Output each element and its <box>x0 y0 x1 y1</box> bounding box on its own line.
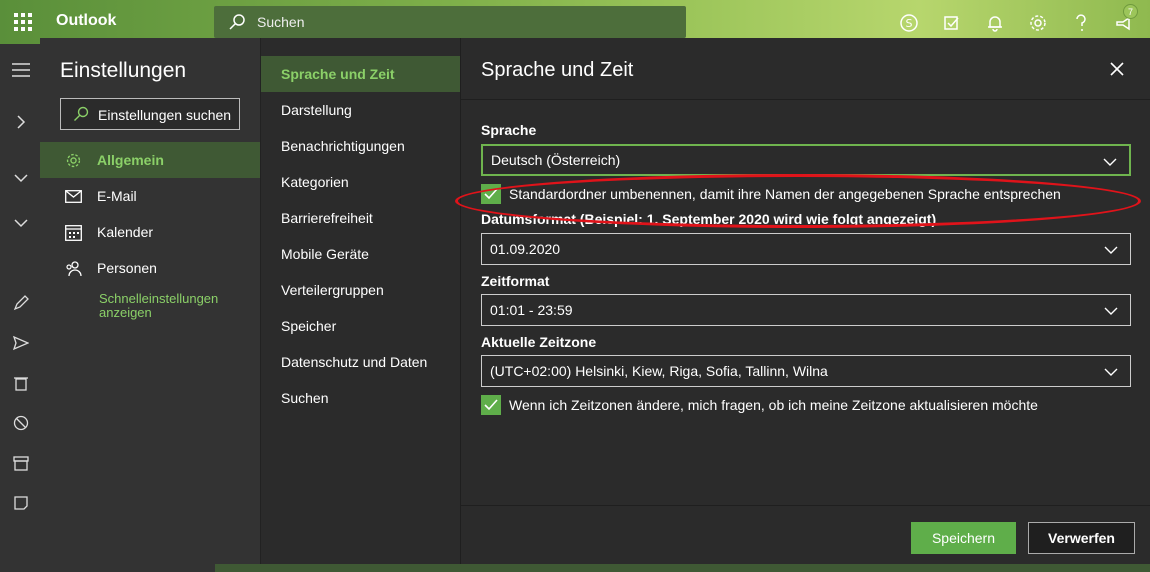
rename-folders-checkbox[interactable] <box>481 184 501 204</box>
date-format-select[interactable]: 01.09.2020 <box>481 233 1131 265</box>
help-icon[interactable] <box>1068 10 1093 35</box>
subnav-list: Sprache und Zeit Darstellung Benachricht… <box>261 56 461 416</box>
subnav-item-distribution-groups[interactable]: Verteilergruppen <box>261 272 461 308</box>
ask-timezone-label: Wenn ich Zeitzonen ändere, mich fragen, … <box>509 397 1038 413</box>
timezone-value: (UTC+02:00) Helsinki, Kiew, Riga, Sofia,… <box>490 363 828 379</box>
timezone-label: Aktuelle Zeitzone <box>481 334 597 350</box>
subnav-item-categories[interactable]: Kategorien <box>261 164 461 200</box>
settings-title: Einstellungen <box>60 59 187 82</box>
left-rail <box>0 44 40 572</box>
ask-timezone-checkbox[interactable] <box>481 395 501 415</box>
category-people[interactable]: Personen <box>40 250 260 286</box>
archive-icon[interactable] <box>12 454 30 472</box>
language-label: Sprache <box>481 122 537 138</box>
footer-divider <box>461 505 1150 506</box>
category-label: E-Mail <box>97 188 137 204</box>
settings-category-list: Allgemein E-Mail Kalender Personen <box>40 142 260 286</box>
category-email[interactable]: E-Mail <box>40 178 260 214</box>
ask-timezone-option[interactable]: Wenn ich Zeitzonen ändere, mich fragen, … <box>481 395 1038 415</box>
background-mail-strip <box>215 564 1150 572</box>
settings-search-label: Einstellungen suchen <box>98 107 232 123</box>
subnav-item-storage[interactable]: Speicher <box>261 308 461 344</box>
category-calendar[interactable]: Kalender <box>40 214 260 250</box>
subnav-item-search[interactable]: Suchen <box>261 380 461 416</box>
mail-icon <box>64 187 82 205</box>
timezone-select[interactable]: (UTC+02:00) Helsinki, Kiew, Riga, Sofia,… <box>481 355 1131 387</box>
checkmark-icon <box>484 188 498 200</box>
settings-categories-panel: Einstellungen Einstellungen suchen Allge… <box>40 38 260 572</box>
quick-settings-link[interactable]: Schnelleinstellungen anzeigen <box>99 292 239 320</box>
category-label: Personen <box>97 260 157 276</box>
subnav-item-appearance[interactable]: Darstellung <box>261 92 461 128</box>
date-format-value: 01.09.2020 <box>490 241 561 257</box>
chevron-down-icon <box>1103 158 1117 166</box>
rename-folders-option[interactable]: Standardordner umbenennen, damit ihre Na… <box>481 184 1061 204</box>
time-format-select[interactable]: 01:01 - 23:59 <box>481 294 1131 326</box>
date-format-label: Datumsformat (Beispiel: 1. September 202… <box>481 211 937 227</box>
chevron-down-icon <box>1104 307 1118 315</box>
note-icon[interactable] <box>12 494 30 512</box>
subnav-item-mobile-devices[interactable]: Mobile Geräte <box>261 236 461 272</box>
chevron-down-icon <box>1104 246 1118 254</box>
discard-button[interactable]: Verwerfen <box>1028 522 1135 554</box>
subnav-item-notifications[interactable]: Benachrichtigungen <box>261 128 461 164</box>
app-launcher-icon[interactable] <box>14 13 32 31</box>
header-divider <box>461 99 1150 100</box>
pencil-icon[interactable] <box>12 294 30 312</box>
svg-text:S: S <box>905 17 912 30</box>
language-value: Deutsch (Österreich) <box>491 152 621 168</box>
time-format-value: 01:01 - 23:59 <box>490 302 573 318</box>
gear-icon <box>64 151 82 169</box>
feedback-icon[interactable]: 7 <box>1111 4 1138 35</box>
chevron-right-icon[interactable] <box>12 113 30 131</box>
people-icon <box>64 259 82 277</box>
chevron-down-icon <box>1104 368 1118 376</box>
chevron-down-icon[interactable] <box>12 169 30 187</box>
pane-title: Sprache und Zeit <box>481 59 634 81</box>
settings-subnav-panel: Sprache und Zeit Darstellung Benachricht… <box>260 38 461 572</box>
calendar-icon <box>64 223 82 241</box>
search-icon <box>229 14 245 30</box>
close-icon[interactable] <box>1108 60 1126 78</box>
search-placeholder: Suchen <box>257 14 305 30</box>
subnav-item-accessibility[interactable]: Barrierefreiheit <box>261 200 461 236</box>
settings-content-pane: Sprache und Zeit Sprache Deutsch (Österr… <box>455 38 1150 572</box>
bell-icon[interactable] <box>982 10 1007 35</box>
settings-search-box[interactable]: Einstellungen suchen <box>60 98 240 130</box>
rename-folders-label: Standardordner umbenennen, damit ihre Na… <box>509 186 1061 202</box>
time-format-label: Zeitformat <box>481 273 550 289</box>
hamburger-icon[interactable] <box>12 61 30 79</box>
app-title[interactable]: Outlook <box>56 12 116 30</box>
chevron-down-icon[interactable] <box>12 214 30 232</box>
subnav-item-language-time[interactable]: Sprache und Zeit <box>261 56 461 92</box>
category-label: Kalender <box>97 224 154 240</box>
skype-icon[interactable]: S <box>896 10 921 35</box>
todo-icon[interactable] <box>939 10 964 35</box>
category-general[interactable]: Allgemein <box>40 142 260 178</box>
category-label: Allgemein <box>97 152 164 168</box>
trash-icon[interactable] <box>12 374 30 392</box>
language-select[interactable]: Deutsch (Österreich) <box>481 144 1131 176</box>
send-icon[interactable] <box>12 334 30 352</box>
gear-icon[interactable] <box>1025 10 1050 35</box>
save-button[interactable]: Speichern <box>911 522 1016 554</box>
subnav-item-privacy-data[interactable]: Datenschutz und Daten <box>261 344 461 380</box>
checkmark-icon <box>484 399 498 411</box>
top-bar-actions: S 7 <box>896 4 1138 35</box>
search-box[interactable]: Suchen <box>214 6 686 38</box>
search-icon <box>74 106 89 121</box>
block-icon[interactable] <box>12 414 30 432</box>
notification-badge: 7 <box>1123 4 1138 19</box>
